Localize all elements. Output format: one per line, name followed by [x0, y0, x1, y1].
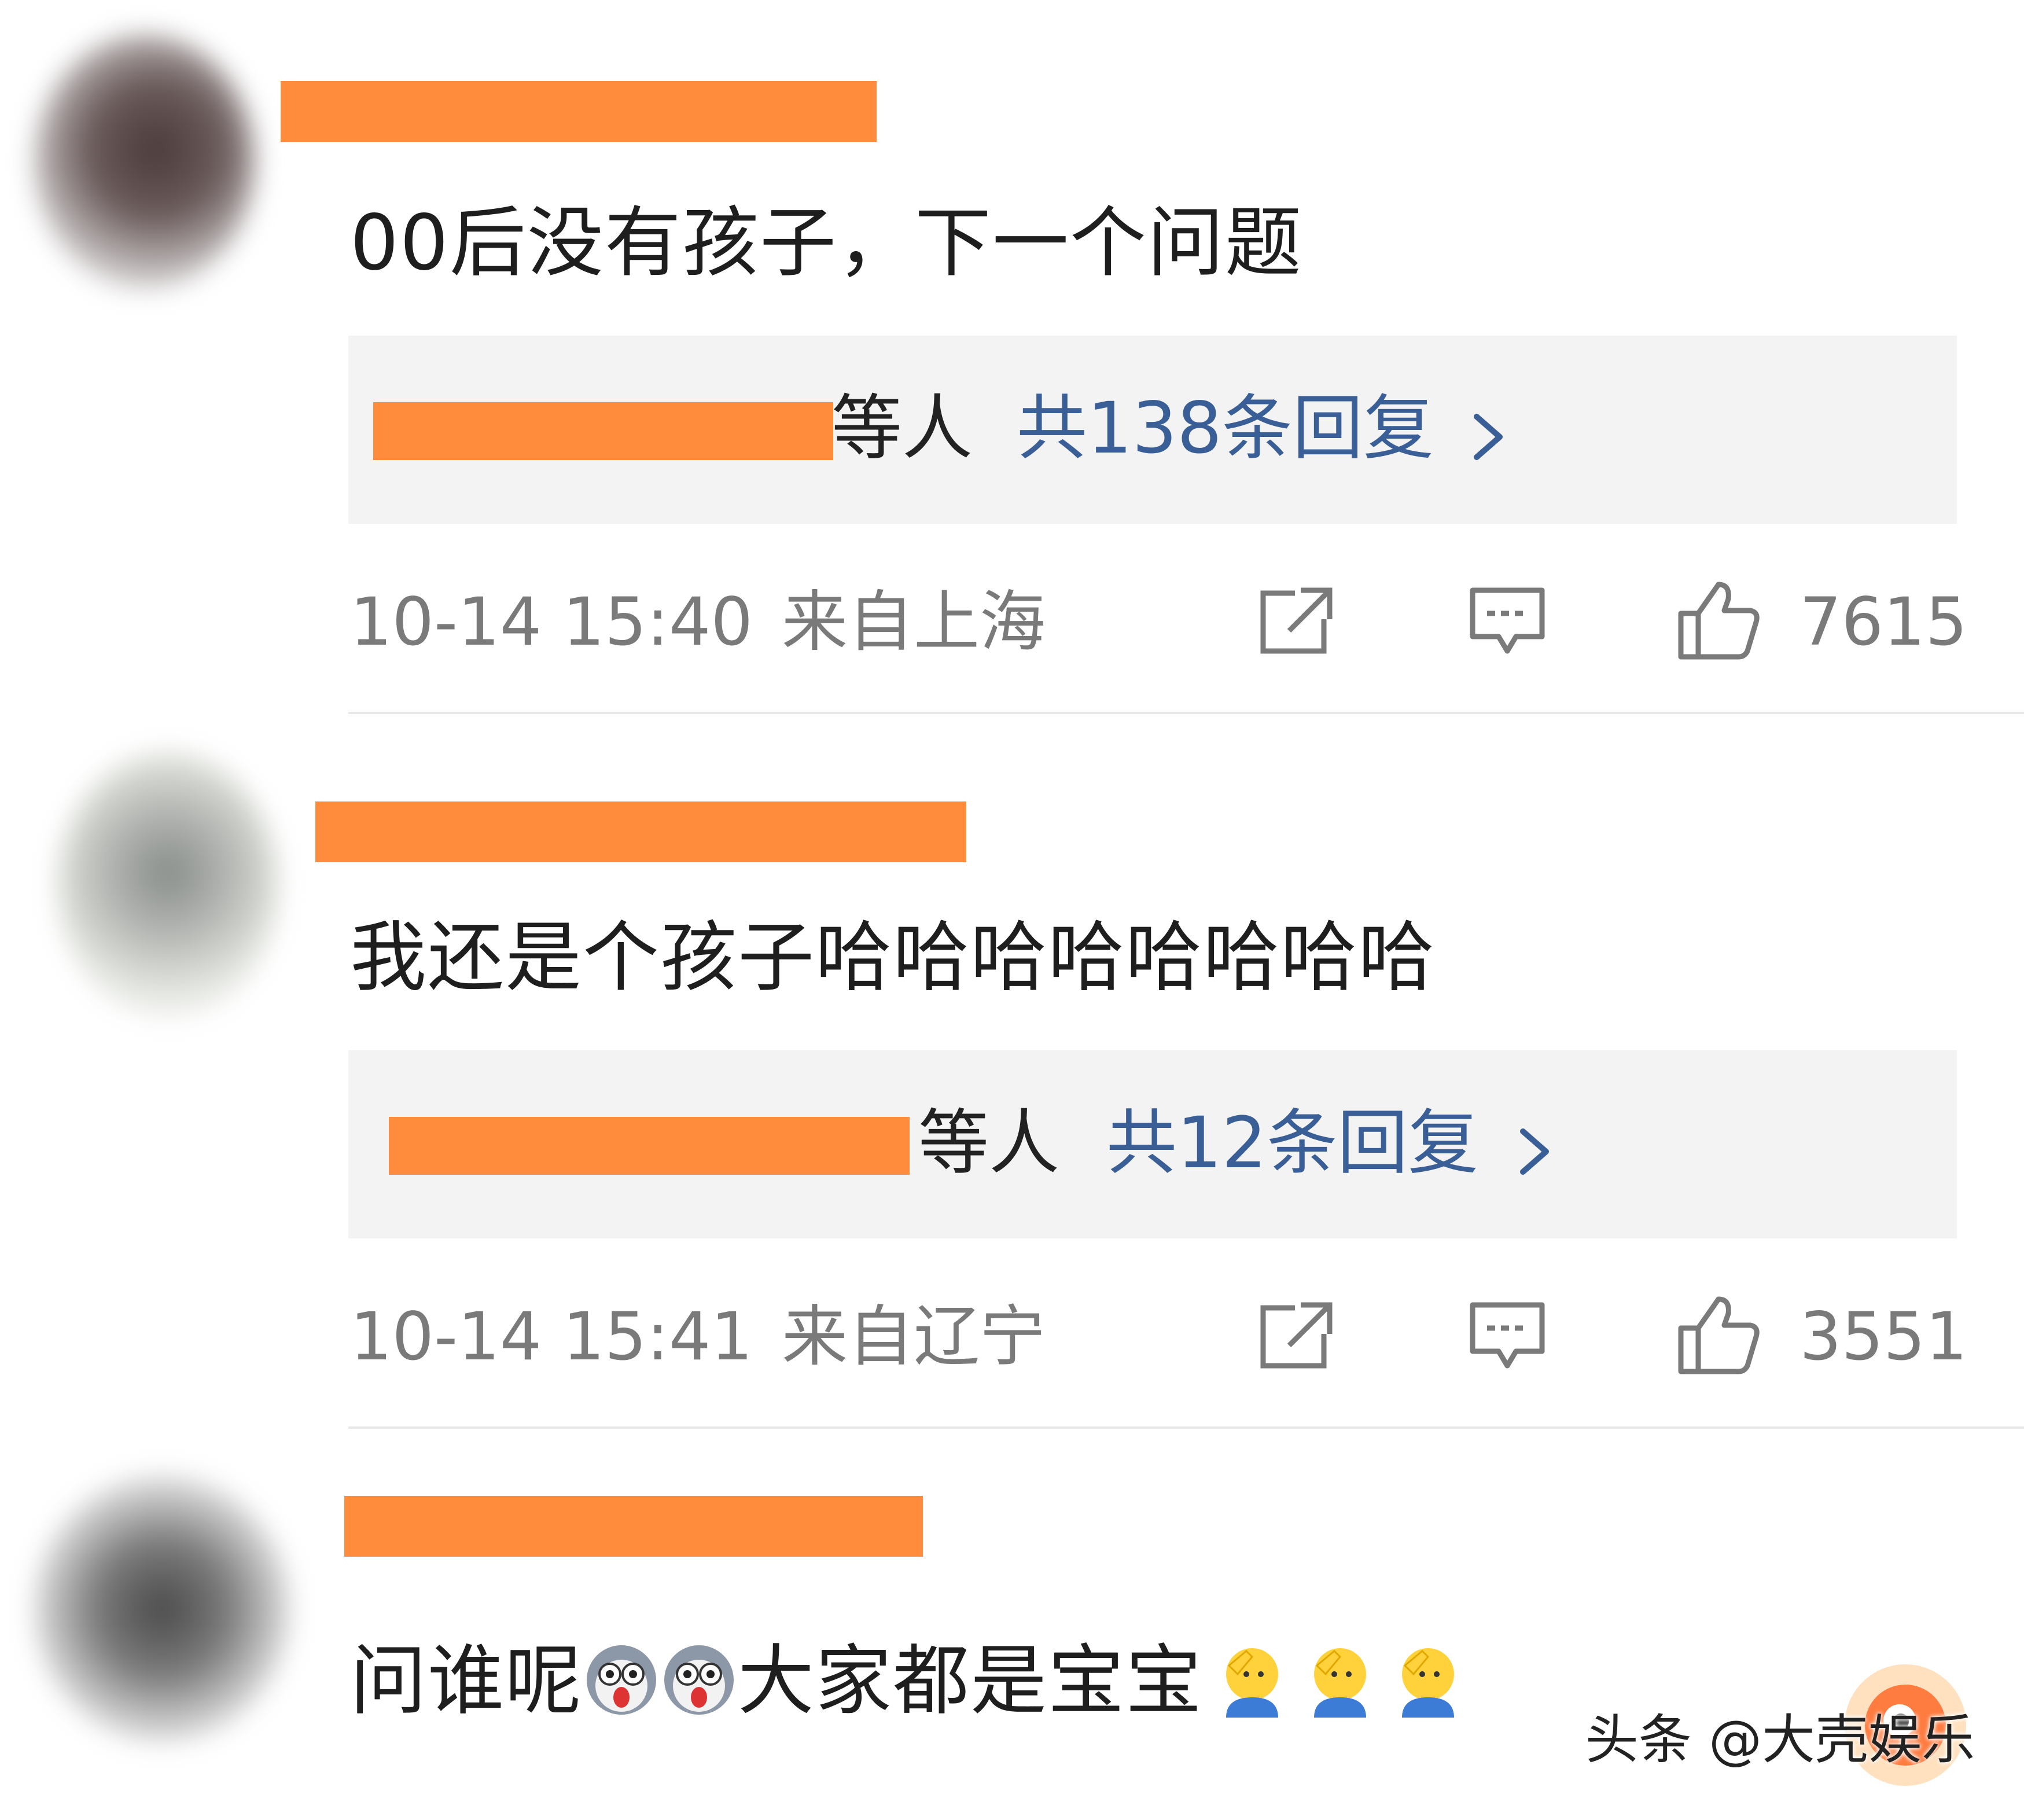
- username-redacted[interactable]: [344, 1496, 923, 1557]
- comment-text-part1: 问谁呢: [350, 1637, 583, 1726]
- comment-text-part2: 大家都是宝宝: [738, 1637, 1203, 1726]
- comment-text: 00后没有孩子，下一个问题: [350, 198, 1302, 288]
- avatar[interactable]: [58, 752, 278, 1019]
- salute-emoji: [1390, 1642, 1466, 1718]
- share-icon[interactable]: [1254, 1299, 1335, 1377]
- comment-meta: 10-14 15:41 来自辽宁: [350, 1290, 1046, 1383]
- watermark-text: 头条 @大壳娱乐: [1585, 1709, 1975, 1771]
- timestamp: 10-14 15:41: [350, 1298, 753, 1375]
- comment-icon[interactable]: [1467, 584, 1548, 662]
- location: 来自辽宁: [782, 1298, 1046, 1375]
- reply-names-redacted: [373, 402, 833, 460]
- username-redacted[interactable]: [281, 81, 877, 142]
- shocked-dog-emoji: [584, 1642, 659, 1718]
- like-icon[interactable]: [1675, 579, 1762, 665]
- comment-text: 问谁呢 大家都是宝宝: [350, 1632, 1467, 1730]
- avatar[interactable]: [35, 1476, 289, 1742]
- divider: [348, 712, 2024, 714]
- reply-names-redacted: [389, 1117, 910, 1175]
- reply-suffix: 等人: [831, 387, 973, 469]
- like-icon[interactable]: [1675, 1293, 1762, 1380]
- shocked-dog-emoji: [661, 1642, 737, 1718]
- avatar[interactable]: [35, 35, 255, 289]
- salute-emoji: [1215, 1642, 1290, 1718]
- reply-preview[interactable]: 等人 共12条回复: [348, 1050, 1957, 1238]
- reply-preview[interactable]: 等人 共138条回复: [348, 336, 1957, 524]
- reply-count-link[interactable]: 共138条回复: [1017, 370, 1434, 486]
- comment-2: 我还是个孩子哈哈哈哈哈哈哈哈 等人 共12条回复 10-14 15:41 来自辽宁…: [0, 718, 2024, 1435]
- username-redacted[interactable]: [315, 801, 966, 862]
- salute-emoji: [1302, 1642, 1378, 1718]
- reply-count-link[interactable]: 共12条回复: [1106, 1085, 1478, 1201]
- comment-meta: 10-14 15:40 来自上海: [350, 576, 1046, 668]
- chevron-right-icon: [1514, 1126, 1555, 1180]
- divider: [348, 1426, 2024, 1429]
- reply-suffix: 等人: [918, 1102, 1059, 1184]
- comment-icon[interactable]: [1467, 1299, 1548, 1377]
- comment-1: 00后没有孩子，下一个问题 等人 共138条回复 10-14 15:40 来自上海…: [0, 0, 2024, 718]
- location: 来自上海: [782, 583, 1046, 660]
- share-icon[interactable]: [1254, 584, 1335, 662]
- like-count: 3551: [1799, 1298, 1968, 1375]
- chevron-right-icon: [1468, 411, 1508, 465]
- timestamp: 10-14 15:40: [350, 583, 753, 660]
- comment-text: 我还是个孩子哈哈哈哈哈哈哈哈: [350, 913, 1436, 1002]
- like-count: 7615: [1799, 583, 1968, 660]
